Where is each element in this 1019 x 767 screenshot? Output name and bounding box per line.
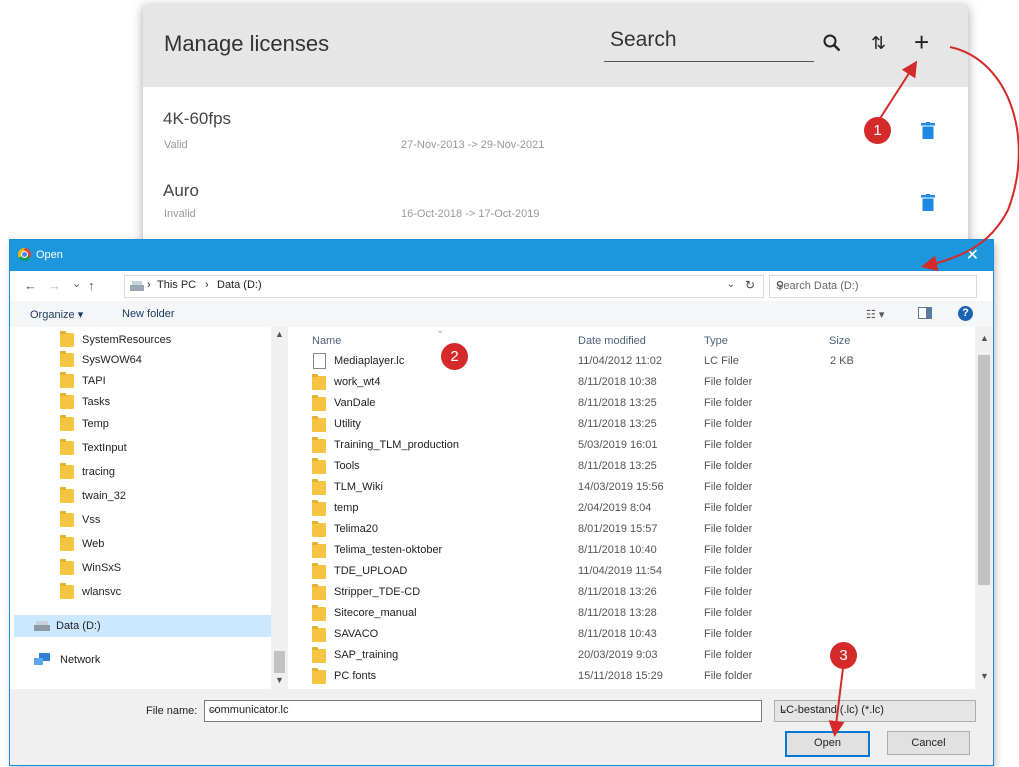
step-badge-2: 2 bbox=[441, 343, 468, 370]
step-badge-1: 1 bbox=[864, 117, 891, 144]
step-badge-3: 3 bbox=[830, 642, 857, 669]
annotation-arrow-1 bbox=[878, 60, 918, 121]
annotation-arrow-search bbox=[921, 46, 1019, 272]
annotation-arrows bbox=[828, 46, 1019, 737]
annotation-arrow-3 bbox=[828, 667, 845, 737]
